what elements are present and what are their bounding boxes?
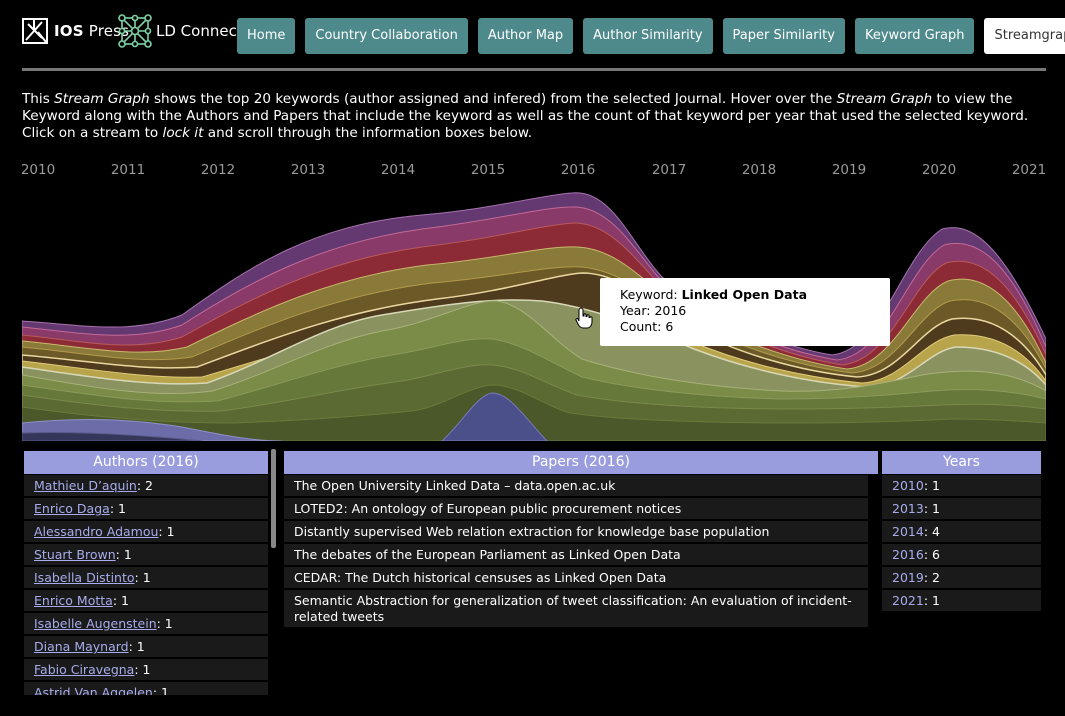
author-link[interactable]: Diana Maynard xyxy=(34,639,129,654)
author-count: : 2 xyxy=(136,478,153,493)
author-row: Enrico Motta: 1 xyxy=(24,590,268,613)
ios-press-logo[interactable]: IOS Press xyxy=(22,16,129,46)
author-count: : 1 xyxy=(158,524,175,539)
nav-streamgraph-button[interactable]: Streamgraph xyxy=(984,18,1065,54)
author-row: Enrico Daga: 1 xyxy=(24,498,268,521)
intro-text: This Stream Graph shows the top 20 keywo… xyxy=(22,91,1029,141)
paper-row[interactable]: LOTED2: An ontology of European public p… xyxy=(284,498,868,521)
author-row: Astrid Van Aggelen: 1 xyxy=(24,682,268,695)
year-count: : 1 xyxy=(923,478,940,493)
author-row: Stuart Brown: 1 xyxy=(24,544,268,567)
year-count: : 2 xyxy=(923,570,940,585)
authors-panel-title: Authors (2016) xyxy=(24,451,268,474)
stream-tooltip: Keyword: Linked Open Data Year: 2016 Cou… xyxy=(600,278,890,346)
year-link[interactable]: 2014 xyxy=(892,524,924,539)
author-link[interactable]: Enrico Motta xyxy=(34,593,113,608)
year-link[interactable]: 2021 xyxy=(892,593,924,608)
authors-list[interactable]: Mathieu D’aquin: 2 Enrico Daga: 1 Alessa… xyxy=(24,475,268,695)
year-link[interactable]: 2016 xyxy=(892,547,924,562)
year-row: 2010: 1 xyxy=(882,475,1041,498)
author-row: Diana Maynard: 1 xyxy=(24,636,268,659)
paper-row[interactable]: Semantic Abstraction for generalization … xyxy=(284,590,868,629)
hand-pointer-icon xyxy=(575,307,593,329)
paper-row[interactable]: The Open University Linked Data – data.o… xyxy=(284,475,868,498)
nav-paper-similarity-button[interactable]: Paper Similarity xyxy=(722,18,845,54)
years-panel-title: Years xyxy=(882,451,1041,474)
header-divider xyxy=(22,68,1046,71)
main-nav: Home Country Collaboration Author Map Au… xyxy=(237,18,1065,54)
author-count: : 1 xyxy=(109,501,126,516)
author-count: : 1 xyxy=(112,593,129,608)
papers-panel-title: Papers (2016) xyxy=(284,451,878,474)
nav-author-map-button[interactable]: Author Map xyxy=(477,18,574,54)
author-count: : 1 xyxy=(115,547,132,562)
author-count: : 1 xyxy=(128,639,145,654)
year-row: 2021: 1 xyxy=(882,590,1041,613)
author-row: Isabella Distinto: 1 xyxy=(24,567,268,590)
tooltip-count: Count: 6 xyxy=(620,319,674,334)
author-link[interactable]: Stuart Brown xyxy=(34,547,116,562)
nav-author-similarity-button[interactable]: Author Similarity xyxy=(583,18,713,54)
paper-row[interactable]: The debates of the European Parliament a… xyxy=(284,544,868,567)
author-link[interactable]: Isabelle Augenstein xyxy=(34,616,157,631)
paper-row[interactable]: Distantly supervised Web relation extrac… xyxy=(284,521,868,544)
nav-country-collaboration-button[interactable]: Country Collaboration xyxy=(305,18,468,54)
network-graph-icon xyxy=(118,14,152,48)
year-count: : 6 xyxy=(923,547,940,562)
author-link[interactable]: Enrico Daga xyxy=(34,501,110,516)
paper-row[interactable]: CEDAR: The Dutch historical censuses as … xyxy=(284,567,868,590)
years-list: 2010: 1 2013: 1 2014: 4 2016: 6 2019: 2 … xyxy=(882,475,1041,613)
year-row: 2019: 2 xyxy=(882,567,1041,590)
year-link[interactable]: 2019 xyxy=(892,570,924,585)
ld-connect-logo[interactable]: LD Connect xyxy=(118,14,243,48)
nav-keyword-graph-button[interactable]: Keyword Graph xyxy=(854,18,975,54)
author-link[interactable]: Alessandro Adamou xyxy=(34,524,158,539)
author-link[interactable]: Isabella Distinto xyxy=(34,570,135,585)
stream-graph[interactable]: 2010 2011 2012 2013 2014 2015 2016 2017 … xyxy=(21,155,1046,441)
year-row: 2013: 1 xyxy=(882,498,1041,521)
year-row: 2014: 4 xyxy=(882,521,1041,544)
papers-list: The Open University Linked Data – data.o… xyxy=(284,475,868,629)
year-link[interactable]: 2010 xyxy=(892,478,924,493)
authors-scrollbar[interactable] xyxy=(271,449,276,548)
author-link[interactable]: Mathieu D’aquin xyxy=(34,478,137,493)
author-count: : 1 xyxy=(156,616,173,631)
author-count: : 1 xyxy=(134,570,151,585)
author-row: Mathieu D’aquin: 2 xyxy=(24,475,268,498)
ld-connect-wordmark: LD Connect xyxy=(156,22,243,40)
tooltip-keyword: Keyword: Linked Open Data xyxy=(620,287,808,302)
author-count: : 1 xyxy=(134,662,151,677)
stream-layers[interactable] xyxy=(22,155,1046,441)
author-link[interactable]: Fabio Ciravegna xyxy=(34,662,134,677)
year-link[interactable]: 2013 xyxy=(892,501,924,516)
tooltip-year: Year: 2016 xyxy=(620,303,687,318)
ios-press-logo-icon xyxy=(22,18,48,44)
author-row: Alessandro Adamou: 1 xyxy=(24,521,268,544)
author-link[interactable]: Astrid Van Aggelen xyxy=(34,685,153,695)
year-count: : 4 xyxy=(923,524,940,539)
year-count: : 1 xyxy=(923,501,940,516)
header: IOS Press LD Connect Home Country Collab… xyxy=(22,14,1065,54)
year-row: 2016: 6 xyxy=(882,544,1041,567)
year-count: : 1 xyxy=(923,593,940,608)
nav-home-button[interactable]: Home xyxy=(237,18,296,54)
author-count: : 1 xyxy=(152,685,169,695)
author-row: Fabio Ciravegna: 1 xyxy=(24,659,268,682)
author-row: Isabelle Augenstein: 1 xyxy=(24,613,268,636)
